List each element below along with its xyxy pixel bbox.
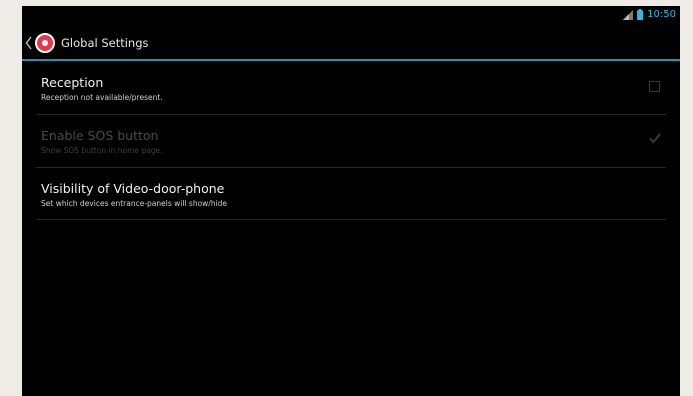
reception-checkbox[interactable] bbox=[649, 81, 660, 92]
device-screen: 10:50 Global Settings Reception Receptio… bbox=[22, 6, 680, 396]
preference-reception[interactable]: Reception Reception not available/presen… bbox=[22, 61, 680, 114]
battery-icon bbox=[637, 9, 644, 20]
signal-icon bbox=[623, 9, 634, 20]
preference-summary: Show SOS button in home page. bbox=[41, 146, 163, 155]
preference-title: Reception bbox=[41, 75, 104, 90]
preference-summary: Set which devices entrance-panels will s… bbox=[41, 199, 228, 208]
preference-title: Visibility of Video-door-phone bbox=[41, 181, 225, 196]
preference-enable-sos: Enable SOS button Show SOS button in hom… bbox=[22, 114, 680, 167]
action-bar: Global Settings bbox=[22, 28, 680, 58]
preference-video-door-phone[interactable]: Visibility of Video-door-phone Set which… bbox=[22, 167, 680, 220]
status-icons: 10:50 bbox=[623, 9, 676, 20]
preference-list: Reception Reception not available/presen… bbox=[22, 61, 680, 220]
status-bar: 10:50 bbox=[22, 6, 680, 26]
sos-checkmark-icon bbox=[649, 133, 661, 144]
page-title: Global Settings bbox=[61, 36, 149, 50]
app-logo-icon[interactable] bbox=[35, 33, 55, 53]
preference-summary: Reception not available/present. bbox=[41, 93, 163, 102]
preference-title: Enable SOS button bbox=[41, 128, 159, 143]
back-chevron-icon[interactable] bbox=[25, 36, 33, 50]
status-time: 10:50 bbox=[647, 9, 676, 20]
